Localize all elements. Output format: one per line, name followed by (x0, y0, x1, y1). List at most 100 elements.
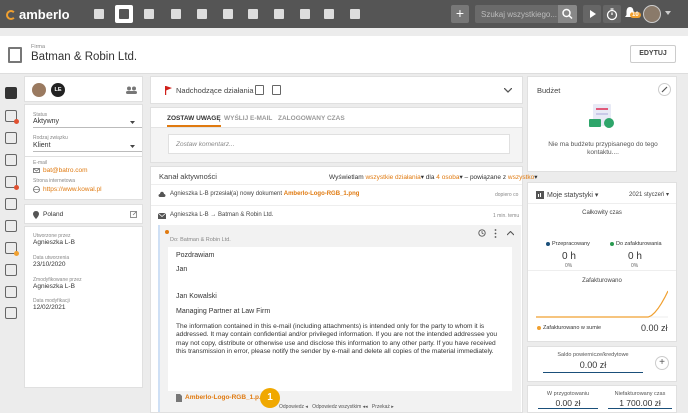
tab-email[interactable]: WYŚLIJ E-MAIL (224, 115, 272, 122)
nav-contacts-icon[interactable] (115, 5, 133, 23)
composer-card: ZOSTAW UWAGĘ WYŚLIJ E-MAIL ZALOGOWANY CZ… (150, 107, 523, 163)
nav-dashboard-icon[interactable] (90, 5, 108, 23)
billed-total-label: Zafakturowano w sumie (543, 325, 602, 331)
chevron-up-icon[interactable] (507, 231, 514, 236)
tab-note[interactable]: ZOSTAW UWAGĘ (167, 115, 221, 127)
user-avatar[interactable] (643, 5, 661, 23)
next-actions-card[interactable]: Nadchodzące działania (150, 76, 523, 104)
sidebar-mail-icon[interactable] (5, 286, 17, 298)
manage-people-icon[interactable] (126, 86, 137, 94)
sidebar-tasks-icon[interactable] (5, 110, 19, 124)
email-label: E-mail (33, 160, 48, 166)
forward-button[interactable]: Przekaż (372, 404, 390, 410)
email-preview: Do: Batman & Robin Ltd. Pozdrawiam Jan J… (158, 225, 521, 412)
stats-title-dropdown[interactable]: Moje statystyki ▾ (547, 191, 598, 199)
add-new-button[interactable]: + (451, 5, 469, 23)
status-card: Status Aktywny Rodzaj związku Klient (24, 104, 143, 159)
filter-activities-dropdown[interactable]: wszystkie działania (365, 174, 420, 181)
website-link[interactable]: https://www.kowal.pl (43, 186, 102, 193)
page-title: Batman & Robin Ltd. (31, 51, 138, 63)
entity-type-label: Firma (31, 44, 46, 50)
stopwatch-icon[interactable] (603, 5, 621, 23)
to-bill-legend-dot (610, 242, 614, 246)
timestamp: dopiero co (495, 192, 519, 198)
attachment-link[interactable]: Amberlo-Logo-RGB_1.p... (185, 394, 264, 401)
add-balance-button[interactable]: + (655, 356, 669, 370)
address-card: Poland (24, 204, 143, 224)
sidebar-documents-icon[interactable] (5, 264, 17, 276)
created-by-value: Agnieszka L-B (33, 239, 75, 246)
nav-bank-icon[interactable] (193, 5, 211, 23)
to-bill-value: 0 h (628, 251, 642, 262)
edit-button[interactable]: EDYTUJ (630, 45, 676, 63)
created-date-value: 23/10/2020 (33, 261, 66, 268)
feed-item-email-header[interactable]: Agnieszka L-B → Batman & Robin Ltd. (170, 212, 273, 218)
unread-dot (165, 230, 169, 234)
stats-period-dropdown[interactable]: 2021 styczeń ▾ (629, 191, 669, 198)
sidebar-briefcase-icon[interactable] (5, 176, 19, 190)
clock-icon[interactable] (478, 229, 486, 237)
email-actions: Odpowiedz ◂ Odpowiedz wszystkim ◂◂ Przek… (279, 404, 394, 410)
relation-label: Rodzaj związku (33, 135, 68, 141)
play-timer-icon[interactable] (583, 5, 601, 23)
reply-button[interactable]: Odpowiedz (279, 404, 304, 410)
nav-files-icon[interactable] (296, 5, 314, 23)
person-avatar[interactable] (32, 83, 46, 97)
email-line: Managing Partner at Law Firm (176, 308, 271, 315)
company-building-icon (8, 47, 22, 63)
add-task-icon[interactable] (255, 85, 264, 95)
page-header: Firma Batman & Robin Ltd. EDYTUJ (0, 36, 688, 74)
nav-time-icon[interactable] (244, 5, 262, 23)
to-bill-label: Do zafakturowania (616, 241, 662, 247)
sidebar-invoice-icon[interactable] (5, 220, 17, 232)
nav-documents-icon[interactable] (167, 5, 185, 23)
nav-folder-icon[interactable] (270, 5, 288, 23)
document-link[interactable]: Amberlo-Logo-RGB_1.png (284, 191, 360, 197)
nav-matters-icon[interactable] (140, 5, 158, 23)
email-body: Pozdrawiam Jan Jan Kowalski Managing Par… (168, 247, 512, 391)
chevron-down-icon[interactable] (665, 11, 671, 16)
filter-persons-dropdown[interactable]: 4 osoba (436, 174, 459, 181)
status-select[interactable]: Aktywny (33, 118, 142, 128)
flag-icon (165, 86, 172, 95)
billed-total-value: 0.00 zł (641, 323, 668, 333)
nav-mail-icon[interactable] (320, 5, 338, 23)
email-line: Pozdrawiam (176, 252, 215, 259)
billed-title: Zafakturowano (582, 278, 622, 284)
mail-icon (158, 213, 166, 219)
more-options-icon[interactable] (494, 229, 497, 238)
relation-select[interactable]: Klient (33, 142, 142, 152)
activity-column: Nadchodzące działania ZOSTAW UWAGĘ WYŚLI… (150, 76, 538, 413)
worked-label: Przepracowany (552, 241, 590, 247)
search-icon[interactable] (558, 5, 577, 23)
chevron-down-icon (130, 145, 135, 149)
money-illustration-icon (589, 101, 617, 131)
comment-input[interactable]: Zostaw komentarz... (168, 134, 510, 154)
sidebar-overview-icon[interactable] (5, 87, 17, 99)
email-recipient: Do: Batman & Robin Ltd. (170, 237, 231, 243)
email-disclaimer: The information contained in this e-mail… (176, 323, 498, 356)
edit-budget-icon[interactable] (658, 83, 671, 96)
globe-icon (33, 186, 40, 193)
sidebar-money-icon[interactable] (5, 154, 17, 166)
budget-card: Budżet Nie ma budżetu przypisanego do te… (527, 76, 677, 172)
person-initials-avatar[interactable]: LE (51, 83, 65, 97)
sidebar-settings-icon[interactable] (5, 307, 17, 319)
balance-label: Saldo powiernicze/kredytowe (557, 352, 629, 358)
wip-card: W przygotowaniu 0.00 zł Niefakturowany c… (527, 385, 677, 413)
sidebar-expenses-icon[interactable] (5, 242, 19, 256)
sidebar-matters-icon[interactable] (5, 132, 17, 144)
email-link[interactable]: bat@batro.com (43, 167, 88, 174)
nav-reports-icon[interactable] (346, 5, 364, 23)
reply-all-button[interactable]: Odpowiedz wszystkim (312, 404, 361, 410)
open-map-icon[interactable] (130, 211, 137, 218)
app-logo[interactable]: amberlo (6, 7, 70, 22)
top-navigation-bar: amberlo + Szukaj wszystkiego... 10 (0, 0, 688, 28)
nav-calendar-icon[interactable] (219, 5, 237, 23)
chevron-down-icon[interactable] (504, 88, 512, 93)
right-column: Budżet Nie ma budżetu przypisanego do te… (527, 76, 677, 413)
add-event-icon[interactable] (272, 85, 281, 95)
sidebar-transfer-icon[interactable] (5, 198, 17, 210)
tab-time-logged[interactable]: ZALOGOWANY CZAS (278, 115, 345, 122)
people-card: LE (24, 76, 143, 102)
